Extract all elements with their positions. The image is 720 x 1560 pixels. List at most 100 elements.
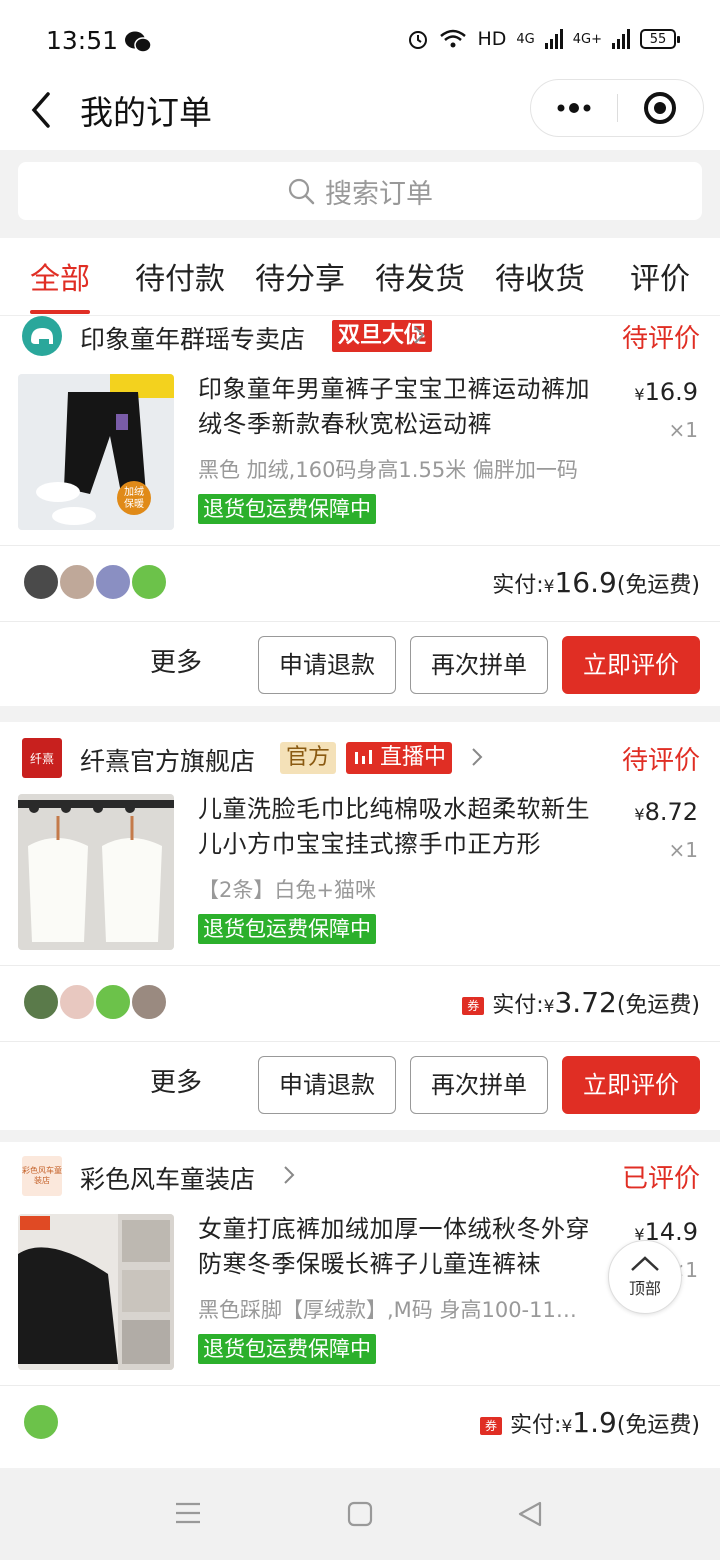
shop-row[interactable]: 印象童年群瑶专卖店 双旦大促 待评价 xyxy=(0,316,720,366)
tab-pending-shipment[interactable]: 待发货 xyxy=(365,254,475,298)
shop-name: 彩色风车童装店 xyxy=(80,1165,256,1194)
product-price: ¥16.9 xyxy=(634,378,698,406)
currency-symbol: ¥ xyxy=(634,385,645,404)
return-shipping-guarantee-badge: 退货包运费保障中 xyxy=(198,914,376,944)
system-nav-bar xyxy=(0,1470,720,1560)
mini-program-capsule xyxy=(530,79,704,137)
product-title[interactable]: 儿童洗脸毛巾比纯棉吸水超柔软新生儿小方巾宝宝挂式擦手巾正方形 xyxy=(198,792,598,862)
status-time: 13:51 xyxy=(46,26,119,55)
order-card: 印象童年群瑶专卖店 双旦大促 待评价 加绒 保暖 印象童年男童裤子宝宝卫裤运动裤… xyxy=(0,316,720,706)
paid-value: 1.9 xyxy=(572,1406,617,1439)
back-triangle-icon[interactable] xyxy=(516,1500,544,1528)
back-icon[interactable] xyxy=(24,88,58,132)
home-square-icon[interactable] xyxy=(346,1500,374,1528)
towels-image xyxy=(18,794,174,950)
signal-icon xyxy=(612,29,630,49)
back-to-top-button[interactable]: 顶部 xyxy=(608,1240,682,1314)
shop-row[interactable]: 纤熹 纤熹官方旗舰店 官方 直播中 待评价 xyxy=(0,738,720,788)
currency-symbol: ¥ xyxy=(543,577,555,597)
tab-all[interactable]: 全部 xyxy=(5,254,115,298)
review-now-button[interactable]: 立即评价 xyxy=(562,636,700,694)
wechat-icon xyxy=(125,31,152,53)
shop-logo: 纤熹 xyxy=(22,738,62,778)
product-image[interactable] xyxy=(18,794,174,950)
paid-label: 实付: xyxy=(510,1413,562,1438)
shop-name: 纤熹官方旗舰店 xyxy=(80,747,256,776)
currency-symbol: ¥ xyxy=(543,997,555,1017)
battery-icon: 55 xyxy=(640,29,680,49)
product-spec: 黑色踩脚【厚绒款】,M码 身高100-110cm xyxy=(198,1298,588,1322)
elephant-logo-icon xyxy=(31,328,53,344)
avatar xyxy=(94,983,132,1021)
shipping-note: (免运费) xyxy=(616,993,700,1018)
apply-refund-button[interactable]: 申请退款 xyxy=(258,1056,396,1114)
menu-icon[interactable] xyxy=(174,1500,202,1526)
leggings-image xyxy=(18,1214,174,1370)
price-value: 8.72 xyxy=(644,798,698,826)
product-quantity: ×1 xyxy=(668,418,698,442)
product-title[interactable]: 印象童年男童裤子宝宝卫裤运动裤加绒冬季新款春秋宽松运动裤 xyxy=(198,372,598,442)
tab-pending-receipt[interactable]: 待收货 xyxy=(485,254,595,298)
regroup-button[interactable]: 再次拼单 xyxy=(410,1056,548,1114)
currency-symbol: ¥ xyxy=(561,1417,573,1437)
shop-logo: 彩色风车童装店 xyxy=(22,1156,62,1196)
regroup-button[interactable]: 再次拼单 xyxy=(410,636,548,694)
tab-pending-payment[interactable]: 待付款 xyxy=(125,254,235,298)
product-image[interactable]: 加绒 保暖 xyxy=(18,374,174,530)
group-avatars xyxy=(22,1403,60,1441)
more-options-button[interactable] xyxy=(531,80,617,136)
product-title[interactable]: 女童打底裤加绒加厚一体绒秋冬外穿防寒冬季保暖长裤子儿童连裤袜 xyxy=(198,1212,598,1282)
paid-label: 实付: xyxy=(492,993,544,1018)
avatar xyxy=(58,983,96,1021)
group-avatars xyxy=(22,983,168,1021)
tab-pending-share[interactable]: 待分享 xyxy=(245,254,355,298)
more-button[interactable]: 更多 xyxy=(150,1062,202,1099)
paid-label: 实付: xyxy=(492,573,544,598)
paid-amount: ¥1.9 xyxy=(561,1406,616,1439)
paid-amount: ¥16.9 xyxy=(544,566,617,599)
network-type: HD xyxy=(477,28,507,50)
active-tab-indicator xyxy=(30,310,90,314)
signal-label-1: 4G xyxy=(516,31,535,47)
signal-icon xyxy=(544,29,563,49)
avatar xyxy=(22,563,60,601)
chevron-up-icon xyxy=(631,1256,659,1271)
shop-logo xyxy=(22,316,62,356)
search-area: 搜索订单 xyxy=(0,150,720,238)
shop-name: 印象童年群瑶专卖店 xyxy=(80,325,306,354)
alarm-icon xyxy=(409,31,428,49)
product-price: ¥8.72 xyxy=(634,798,698,826)
close-mini-program-button[interactable] xyxy=(617,80,703,136)
order-actions: 更多 申请退款 再次拼单 立即评价 xyxy=(0,1042,720,1124)
divider xyxy=(0,965,720,966)
coupon-icon: 券 xyxy=(480,1417,503,1435)
search-placeholder: 搜索订单 xyxy=(325,178,433,210)
review-now-button[interactable]: 立即评价 xyxy=(562,1056,700,1114)
live-bars-icon xyxy=(355,750,372,764)
more-button[interactable]: 更多 xyxy=(150,642,202,679)
divider xyxy=(0,1385,720,1386)
more-dots-icon xyxy=(557,103,591,113)
price-value: 16.9 xyxy=(644,378,698,406)
signal-label-2: 4G+ xyxy=(572,31,602,47)
paid-summary: 券 实付: ¥3.72 (免运费) xyxy=(462,986,700,1019)
avatar xyxy=(22,1403,60,1441)
live-tag: 直播中 xyxy=(346,742,453,774)
avatar xyxy=(130,983,168,1021)
live-tag-label: 直播中 xyxy=(380,745,447,770)
product-spec: 【2条】白兔+猫咪 xyxy=(198,878,376,902)
product-image[interactable] xyxy=(18,1214,174,1370)
wifi-icon xyxy=(440,29,467,48)
avatar xyxy=(58,563,96,601)
avatar xyxy=(22,983,60,1021)
shop-row[interactable]: 彩色风车童装店 彩色风车童装店 已评价 xyxy=(0,1156,720,1206)
apply-refund-button[interactable]: 申请退款 xyxy=(258,636,396,694)
group-avatars xyxy=(22,563,168,601)
order-actions: 更多 申请退款 再次拼单 立即评价 xyxy=(0,622,720,704)
search-input[interactable]: 搜索订单 xyxy=(18,162,702,220)
divider xyxy=(0,545,720,546)
tab-review[interactable]: 评价 xyxy=(605,254,715,298)
paid-value: 16.9 xyxy=(554,566,617,599)
chevron-right-icon xyxy=(284,1166,295,1184)
order-status: 待评价 xyxy=(621,746,700,776)
